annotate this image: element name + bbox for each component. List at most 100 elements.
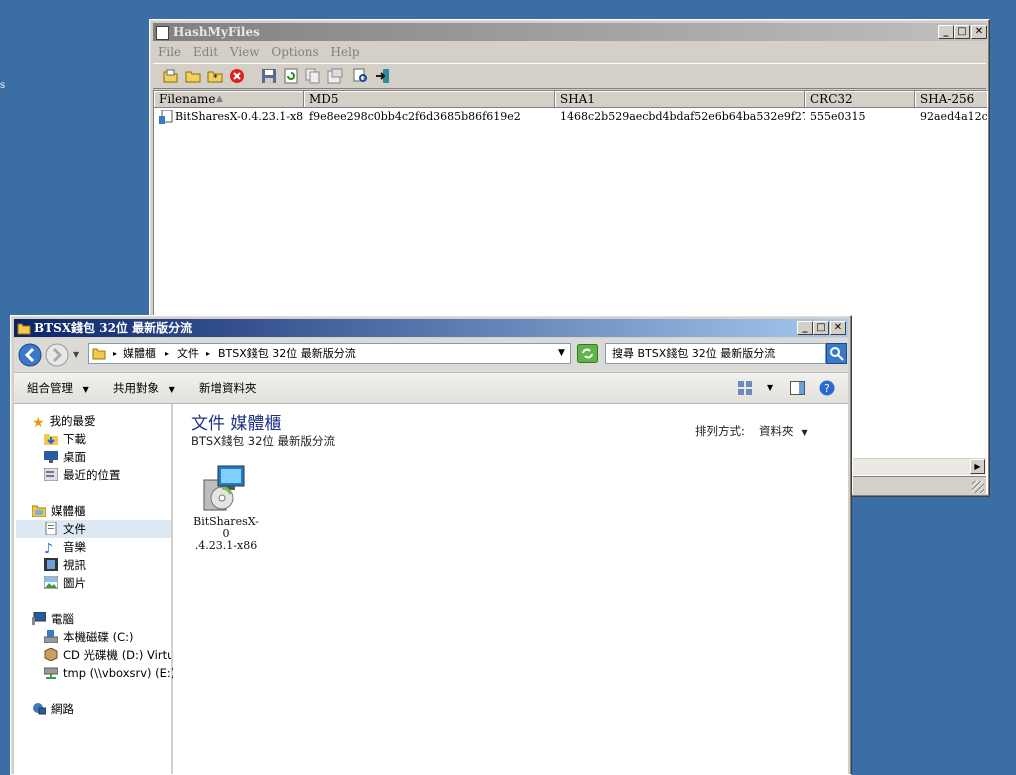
nav-item-pictures[interactable]: 圖片 — [44, 574, 86, 592]
music-icon: ♪ — [44, 541, 53, 557]
nav-item-music[interactable]: ♪ 音樂 — [44, 538, 86, 557]
downloads-folder-icon — [44, 434, 58, 445]
videos-icon — [44, 558, 58, 571]
cell-sha1: 1468c2b529aecbd4bdaf52e6b64ba532e9f27d0a — [560, 110, 805, 123]
breadcrumb-arrow-icon[interactable]: ▸ — [113, 344, 117, 363]
menu-options[interactable]: Options — [271, 45, 318, 59]
navigation-pane: ★ 我的最愛 下載 桌面 最近的位置 媒體櫃 文件 ♪ 音樂 視訊 圖片 電腦 本機… — [14, 404, 175, 774]
refresh-icon[interactable] — [577, 344, 598, 363]
help-icon[interactable]: ? — [819, 380, 835, 396]
menu-edit[interactable]: Edit — [193, 45, 218, 59]
scroll-right-icon[interactable]: ▶ — [970, 459, 985, 474]
breadcrumb-documents[interactable]: 文件 — [177, 344, 199, 363]
breadcrumb-current-folder[interactable]: BTSX錢包 32位 最新版分流 — [218, 344, 356, 363]
title-bar[interactable]: BTSX錢包 32位 最新版分流 _ □ ✕ — [14, 319, 848, 337]
breadcrumb-arrow-icon[interactable]: ▸ — [206, 344, 210, 363]
horizontal-scrollbar[interactable]: ▶ — [853, 458, 986, 475]
title-bar[interactable]: HashMyFiles _ □ ✕ — [153, 23, 987, 41]
network-drive-icon — [44, 667, 58, 679]
arrange-by-value: 資料夾 — [759, 424, 794, 438]
chevron-down-icon: ▼ — [82, 385, 89, 394]
maximize-button[interactable]: □ — [813, 321, 829, 335]
nav-label: 本機磁碟 (C:) — [63, 630, 134, 644]
file-item[interactable]: BitSharesX-0 .4.23.1-x86 — [191, 464, 261, 552]
nav-label: 下載 — [63, 432, 86, 446]
views-icon[interactable] — [738, 381, 752, 395]
app-icon — [156, 26, 169, 40]
window-title: HashMyFiles — [173, 25, 260, 39]
documents-icon — [45, 522, 57, 535]
arrange-by-dropdown[interactable]: 資料夾 ▼ — [759, 423, 808, 439]
svg-text:*: * — [213, 74, 218, 84]
search-icon[interactable] — [826, 343, 847, 364]
column-header-filename[interactable]: Filename ▲ — [154, 91, 304, 108]
back-button[interactable] — [18, 343, 42, 367]
folder-icon — [17, 323, 31, 335]
menu-help[interactable]: Help — [331, 45, 360, 59]
exit-icon[interactable] — [375, 68, 391, 84]
star-icon: ★ — [32, 415, 45, 431]
delete-icon[interactable] — [229, 68, 245, 84]
nav-label: tmp (\\vboxsrv) (E:) — [63, 666, 176, 680]
views-dropdown-icon[interactable]: ▼ — [767, 373, 773, 403]
desktop-icon — [44, 451, 58, 463]
share-label: 共用對象 — [113, 381, 159, 395]
preview-pane-icon[interactable] — [790, 381, 805, 395]
address-bar[interactable]: ▸ 媒體櫃 ▸ 文件 ▸ BTSX錢包 32位 最新版分流 ▼ — [88, 343, 571, 364]
close-button[interactable]: ✕ — [830, 321, 846, 335]
nav-label: 我的最愛 — [49, 414, 96, 428]
nav-item-network-drive-e[interactable]: tmp (\\vboxsrv) (E:) — [44, 664, 175, 682]
nav-item-documents-selected[interactable]: 文件 — [16, 520, 171, 538]
column-header-sha1[interactable]: SHA1 — [555, 91, 805, 108]
nav-item-cd-drive-d[interactable]: CD 光碟機 (D:) Virtu — [44, 646, 171, 664]
find-icon[interactable] — [353, 68, 369, 84]
minimize-button[interactable]: _ — [938, 25, 954, 39]
nav-item-recent-places[interactable]: 最近的位置 — [44, 466, 121, 484]
forward-button[interactable] — [45, 343, 69, 367]
open-file-icon[interactable] — [163, 68, 179, 84]
nav-item-videos[interactable]: 視訊 — [44, 556, 86, 574]
refresh-icon[interactable] — [283, 68, 299, 84]
nav-label: 圖片 — [63, 576, 86, 590]
navigation-bar: ▼ ▸ 媒體櫃 ▸ 文件 ▸ BTSX錢包 32位 最新版分流 ▼ 搜尋 BTS… — [14, 338, 848, 373]
minimize-button[interactable]: _ — [797, 321, 813, 335]
maximize-button[interactable]: □ — [954, 25, 970, 39]
nav-favorites[interactable]: ★ 我的最愛 — [32, 412, 96, 431]
hard-drive-icon — [44, 630, 58, 643]
status-bar — [853, 476, 986, 495]
open-folder-icon[interactable] — [185, 68, 201, 84]
nav-label: 文件 — [63, 522, 86, 536]
file-name: BitSharesX-0 .4.23.1-x86 — [191, 516, 261, 552]
close-button[interactable]: ✕ — [971, 25, 987, 39]
menu-view[interactable]: View — [230, 45, 260, 59]
library-subtitle: BTSX錢包 32位 最新版分流 — [191, 434, 336, 448]
nav-item-local-disk-c[interactable]: 本機磁碟 (C:) — [44, 628, 134, 646]
new-folder-button[interactable]: 新增資料夾 — [199, 373, 257, 403]
recent-places-icon — [44, 468, 58, 481]
nav-libraries[interactable]: 媒體櫃 — [32, 502, 86, 520]
pictures-icon — [44, 576, 58, 589]
add-wildcard-icon[interactable]: * — [207, 68, 223, 84]
nav-item-downloads[interactable]: 下載 — [44, 430, 86, 448]
organize-button[interactable]: 組合管理 ▼ — [27, 373, 89, 405]
nav-network[interactable]: 網路 — [32, 700, 74, 718]
toolbar: * — [153, 63, 986, 89]
search-input[interactable]: 搜尋 BTSX錢包 32位 最新版分流 — [605, 343, 826, 364]
column-header-sha256[interactable]: SHA-256 — [915, 91, 987, 108]
column-header-crc32[interactable]: CRC32 — [805, 91, 915, 108]
breadcrumb-arrow-icon[interactable]: ▸ — [165, 344, 169, 363]
nav-computer[interactable]: 電腦 — [32, 610, 74, 628]
file-name-line2: .4.23.1-x86 — [194, 539, 258, 552]
resize-grip-icon[interactable] — [972, 481, 984, 493]
breadcrumb-libraries[interactable]: 媒體櫃 — [123, 344, 156, 363]
share-with-button[interactable]: 共用對象 ▼ — [113, 373, 175, 405]
nav-item-desktop[interactable]: 桌面 — [44, 448, 86, 466]
cell-crc32: 555e0315 — [810, 110, 866, 123]
menu-file[interactable]: File — [158, 45, 181, 59]
save-icon[interactable] — [261, 68, 277, 84]
copy-icon[interactable] — [305, 68, 321, 84]
recent-pages-chevron-icon[interactable]: ▼ — [73, 350, 79, 359]
address-history-dropdown-icon[interactable]: ▼ — [558, 344, 565, 363]
properties-icon[interactable] — [327, 68, 343, 84]
column-header-md5[interactable]: MD5 — [304, 91, 555, 108]
